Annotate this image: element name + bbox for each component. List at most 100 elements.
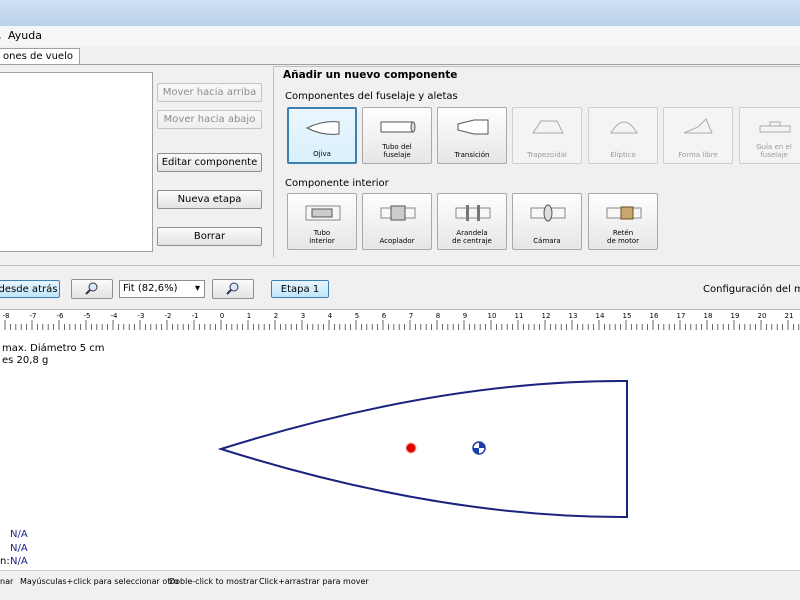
status-bar: nar Mayúsculas+click para seleccionar ot… [0,570,800,593]
ruler-label: 10 [488,312,497,320]
stability-na-3: N/A [10,556,28,567]
ruler-label: 0 [220,312,224,320]
ruler-label: 7 [409,312,413,320]
cg-marker [472,441,486,455]
move-down-button[interactable]: Mover hacia abajo [157,110,262,129]
delete-button[interactable]: Borrar [157,227,262,246]
rocket-outline [217,379,628,519]
body-components-heading: Componentes del fuselaje y aletas [285,91,458,102]
trapezoidal-fin-label: Trapezoidal [527,151,567,159]
nose-cone-icon [305,121,340,135]
trapezoidal-fin-button[interactable]: Trapezoidal [512,107,582,164]
stage-1-button[interactable]: Etapa 1 [271,280,329,298]
tab-row: ones de vuelo [0,46,800,65]
engine-block-button[interactable]: Retén de motor [588,193,658,250]
ruler-label: 17 [677,312,686,320]
zoom-select[interactable]: Fit (82,6%) ▾ [119,280,205,298]
launch-lug-icon [759,121,791,133]
ruler-label: -7 [30,312,37,320]
launch-lug-label: Guía en el fuselaje [756,143,792,159]
zoom-in-icon [85,282,98,295]
ruler-ticks: -8 -7 -6 -5 -4 -3 -2 -1 0 1 2 3 4 5 6 7 8 9 10 11 12 13 14 15 16… [3,312,800,330]
stability-na-1: N/A [10,529,28,540]
menu-bar: , Ayuda [0,26,800,47]
ruler-label: 15 [623,312,632,320]
inner-tube-label: Tubo interior [309,229,335,245]
menu-help[interactable]: Ayuda [8,29,42,42]
ruler-label: 19 [731,312,740,320]
inner-tube-button[interactable]: Tubo interior [287,193,357,250]
component-tree-list[interactable] [0,72,153,252]
zoom-in-button[interactable] [71,279,113,299]
ruler-label: -8 [3,312,10,320]
centering-ring-icon [455,205,491,221]
engine-block-icon [606,206,642,220]
ruler-label: 6 [382,312,387,320]
elliptical-fin-button[interactable]: Elíptico [588,107,658,164]
launch-lug-button[interactable]: Guía en el fuselaje [739,107,800,164]
stability-na-2: N/A [10,543,28,554]
body-tube-icon [380,121,416,133]
coupler-button[interactable]: Acoplador [362,193,432,250]
ruler-label: 21 [785,312,794,320]
ruler-label: -5 [84,312,91,320]
nose-cone-label: Ojiva [313,150,331,158]
menu-fragment: , [0,29,2,42]
status-hint-3: Doble-click to mostrar [169,577,258,586]
elliptical-fin-label: Elíptico [610,151,636,159]
window-titlebar [0,0,800,27]
ruler-label: 3 [301,312,305,320]
ruler: -8 -7 -6 -5 -4 -3 -2 -1 0 1 2 3 4 5 6 7 8 9 10 11 12 13 14 15 16… [0,309,800,331]
ruler-label: 16 [650,312,659,320]
chevron-down-icon: ▾ [194,283,200,294]
elliptical-fin-icon [610,121,638,134]
zoom-out-button[interactable] [212,279,254,299]
ruler-label: 14 [596,312,605,320]
ruler-label: -2 [165,312,172,320]
zoom-out-icon [226,282,239,295]
nose-cone-button[interactable]: Ojiva [287,107,357,164]
bulkhead-button[interactable]: Cámara [512,193,582,250]
cp-marker [405,442,417,454]
centering-ring-label: Arandela de centraje [452,229,492,245]
trapezoidal-fin-icon [532,120,564,134]
rocket-drawing [217,379,628,519]
bulkhead-icon [530,204,566,222]
ruler-label: 11 [515,312,524,320]
body-tube-label: Tubo del fuselaje [382,143,412,159]
ruler-label: 13 [569,312,578,320]
new-stage-button[interactable]: Nueva etapa [157,190,262,209]
ruler-label: 20 [758,312,767,320]
add-component-title: Añadir un nuevo componente [283,69,458,81]
ruler-label: 1 [247,312,251,320]
status-hint-2: Mayúsculas+click para seleccionar otro [20,577,179,586]
edit-component-button[interactable]: Editar componente [157,153,262,172]
ruler-label: -6 [57,312,65,320]
zoom-select-value: Fit (82,6%) [123,283,178,294]
transition-icon [457,119,489,135]
transition-button[interactable]: Transición [437,107,507,164]
status-hint-4: Click+arrastrar para mover [259,577,369,586]
ruler-label: -1 [192,312,199,320]
tab-flight-simulations[interactable]: ones de vuelo [0,48,80,65]
ruler-label: 9 [463,312,467,320]
bulkhead-label: Cámara [533,237,561,245]
move-up-button[interactable]: Mover hacia arriba [157,83,262,102]
inner-components-heading: Componente interior [285,178,389,189]
ruler-label: 18 [704,312,713,320]
body-tube-button[interactable]: Tubo del fuselaje [362,107,432,164]
status-hint-1: nar [0,577,14,586]
view-from-back-button[interactable]: desde atrás [0,280,60,298]
ruler-label: 12 [542,312,551,320]
ruler-label: -3 [138,312,145,320]
centering-ring-button[interactable]: Arandela de centraje [437,193,507,250]
ruler-label: -4 [111,312,119,320]
ruler-label: 4 [328,312,333,320]
freeform-fin-label: Forma libre [678,151,718,159]
engine-block-label: Retén de motor [607,229,639,245]
transition-label: Transición [454,151,490,159]
coupler-icon [380,205,416,221]
rocket-canvas[interactable]: max. Diámetro 5 cm es 20,8 g N/A N/A n: … [0,330,800,570]
freeform-fin-button[interactable]: Forma libre [663,107,733,164]
inner-tube-icon [305,205,341,221]
